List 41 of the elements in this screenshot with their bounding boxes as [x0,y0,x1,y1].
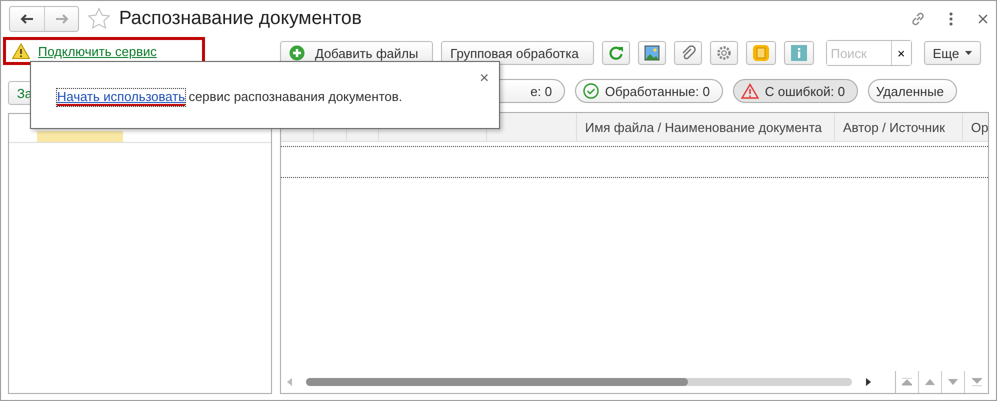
search-field[interactable]: Поиск × [826,40,912,66]
arrow-left-icon [20,14,34,24]
triangle-up-icon [925,379,935,385]
filter-pill[interactable]: Удаленные [868,79,957,103]
star-icon[interactable] [87,7,111,31]
icon-button[interactable] [638,41,666,65]
icon-button[interactable] [602,41,630,65]
link-icon[interactable] [910,11,926,27]
check-circle-icon [583,83,599,99]
scroll-right-icon[interactable] [866,378,871,386]
refresh-icon [608,45,624,61]
window-title: Распознавание документов [119,8,363,30]
paperclip-icon [680,45,696,61]
column-header[interactable]: Автор / Источник [835,113,963,141]
info-icon [790,44,808,62]
close-icon[interactable] [978,14,988,24]
more-vertical-icon[interactable] [948,12,954,26]
column-header[interactable]: Ор [963,113,988,141]
table-row[interactable] [281,146,988,178]
filter-pill[interactable]: С ошибкой: 0 [732,79,858,103]
image-icon [644,45,660,61]
icon-button[interactable] [710,41,738,65]
icon-button[interactable] [674,41,702,65]
more-button[interactable]: Еще [924,41,982,65]
last-icon [972,378,982,386]
connect-service-link[interactable]: Подключить сервис [38,44,157,58]
arrow-right-icon [54,14,68,24]
start-using-link[interactable]: Начать использовать [57,89,185,106]
settings-icon [716,45,732,61]
warning-icon [12,43,30,59]
horizontal-scrollbar[interactable] [306,378,852,386]
first-icon [902,378,912,386]
filter-pill[interactable]: Обработанные: 0 [575,79,723,103]
triangle-down-icon [948,379,958,385]
warning-icon [740,83,759,99]
document-icon [752,44,770,62]
scroll-left-icon[interactable] [287,378,292,386]
clear-button[interactable]: × [890,41,911,65]
toolbar-button[interactable]: Групповая обработка [441,41,594,65]
caret-icon [965,51,972,55]
column-header[interactable]: Имя файла / Наименование документа [577,113,835,141]
